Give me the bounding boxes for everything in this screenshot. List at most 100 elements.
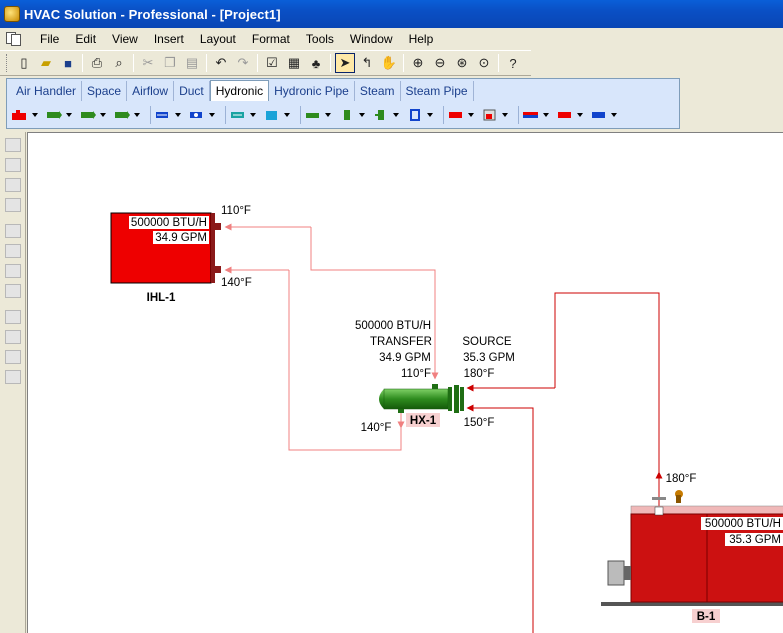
zoom-window-icon[interactable]: ⊙ <box>474 53 494 73</box>
connector-tool-icon[interactable]: ↰ <box>357 53 377 73</box>
source-supply-pipe[interactable] <box>554 292 660 508</box>
align-center-icon[interactable] <box>5 158 21 172</box>
pan-hand-icon[interactable]: ✋ <box>379 53 399 73</box>
print-preview-icon[interactable]: ⌕ <box>109 53 129 73</box>
distribute-horizontal-icon[interactable] <box>5 198 21 212</box>
paste-icon[interactable]: ▤ <box>182 53 202 73</box>
hx-1-source-flow: 35.3 GPM <box>463 352 515 364</box>
properties-icon[interactable]: ☑ <box>262 53 282 73</box>
boiler-tool-button[interactable] <box>11 109 41 121</box>
hx-1-flange-1 <box>448 387 452 411</box>
strainer-tool-button[interactable] <box>406 109 436 121</box>
ihl-1-header <box>211 213 215 283</box>
save-icon[interactable]: ■ <box>58 53 78 73</box>
heating-load-tool-button[interactable] <box>556 109 586 121</box>
context-help-icon[interactable]: ? <box>503 53 523 73</box>
radiator-tool-icon <box>449 112 462 118</box>
cooling-load-tool-button[interactable] <box>590 109 620 121</box>
document-icon[interactable] <box>4 30 26 48</box>
chiller-tool-button[interactable] <box>154 109 184 121</box>
print-icon[interactable]: ⎙ <box>87 53 107 73</box>
ihl-1-supply-temp: 110°F <box>221 205 251 217</box>
tab-duct[interactable]: Duct <box>174 81 210 101</box>
component-tab-toolbar: Air Handler Space Airflow Duct Hydronic … <box>6 78 680 129</box>
tab-hydronic[interactable]: Hydronic <box>209 80 270 101</box>
tab-steam-pipe[interactable]: Steam Pipe <box>401 81 474 101</box>
calculator-icon[interactable]: ▦ <box>284 53 304 73</box>
zoom-out-icon[interactable]: ⊖ <box>430 53 450 73</box>
ihl-1-supply-port[interactable] <box>215 223 221 230</box>
b-1-flow: 35.3 GPM <box>729 534 781 546</box>
new-file-icon[interactable]: ▯ <box>14 53 34 73</box>
b-1-top-panel <box>630 505 783 515</box>
coil-tool-button[interactable] <box>113 109 143 121</box>
align-top-icon[interactable] <box>5 224 21 238</box>
pump-tool-button[interactable] <box>45 109 75 121</box>
b-1-outlet-port[interactable] <box>654 506 664 516</box>
tab-space[interactable]: Space <box>82 81 128 101</box>
tank-tool-button[interactable] <box>263 109 293 121</box>
tab-steam[interactable]: Steam <box>355 81 401 101</box>
hx-1-endcap <box>379 389 384 409</box>
drawing-canvas[interactable]: 500000 BTU/H 34.9 GPM IHL-1 110°F 140°F … <box>27 132 783 633</box>
radiator-tool-button[interactable] <box>447 109 477 121</box>
b-1-capacity: 500000 BTU/H <box>705 518 781 530</box>
b-1-boiler[interactable]: 500000 BTU/H 35.3 GPM 180°F B-1 <box>601 473 783 623</box>
boiler-tool-icon <box>12 110 26 120</box>
hx-1-transfer-temp-in: 110°F <box>401 368 431 380</box>
open-folder-icon[interactable]: ▰ <box>36 53 56 73</box>
b-1-base <box>601 602 783 606</box>
format-painter-icon[interactable]: ♣ <box>306 53 326 73</box>
tab-air-handler[interactable]: Air Handler <box>11 81 83 101</box>
ihl-1-capacity: 500000 BTU/H <box>131 217 207 229</box>
menu-layout[interactable]: Layout <box>192 30 244 48</box>
distribute-vertical-icon[interactable] <box>5 284 21 298</box>
tab-airflow[interactable]: Airflow <box>127 81 175 101</box>
b-1-relief-valve-stem <box>676 495 681 503</box>
load-red-blue-tool-button[interactable] <box>522 109 552 121</box>
align-middle-icon[interactable] <box>5 244 21 258</box>
copy-icon[interactable]: ❐ <box>160 53 180 73</box>
menu-view[interactable]: View <box>104 30 146 48</box>
valve-tool-button[interactable] <box>79 109 109 121</box>
select-pointer-icon[interactable]: ➤ <box>335 53 355 73</box>
cut-icon[interactable]: ✂ <box>138 53 158 73</box>
align-bottom-icon[interactable] <box>5 264 21 278</box>
gauge-tool-button[interactable] <box>481 109 511 121</box>
toolbar-separator <box>498 54 499 72</box>
hx-1-transfer-capacity: 500000 BTU/H <box>355 320 431 332</box>
hx-1-flange-2 <box>454 385 459 413</box>
cooling-load-tool-icon <box>592 112 605 118</box>
standard-toolbar: ▯ ▰ ■ ⎙ ⌕ ✂ ❐ ▤ ↶ ↷ ☑ ▦ ♣ ➤ ↰ ✋ ⊕ ⊖ ⊛ ⊙ … <box>0 50 531 76</box>
tab-hydronic-pipe[interactable]: Hydronic Pipe <box>269 81 355 101</box>
group-icon[interactable] <box>5 370 21 384</box>
align-left-icon[interactable] <box>5 138 21 152</box>
menu-window[interactable]: Window <box>342 30 401 48</box>
ihl-1-unit[interactable]: 500000 BTU/H 34.9 GPM IHL-1 110°F 140°F <box>110 205 252 304</box>
hx-1-shell[interactable] <box>383 388 449 410</box>
expansion-tank-tool-button[interactable] <box>372 109 402 121</box>
heat-exchanger-tool-icon <box>231 112 244 118</box>
menu-edit[interactable]: Edit <box>67 30 104 48</box>
redo-icon[interactable]: ↷ <box>233 53 253 73</box>
heat-exchanger-tool-button[interactable] <box>229 109 259 121</box>
terminal-tool-button[interactable] <box>304 109 334 121</box>
menu-tools[interactable]: Tools <box>298 30 342 48</box>
same-height-icon[interactable] <box>5 330 21 344</box>
zoom-fit-icon[interactable]: ⊛ <box>452 53 472 73</box>
toolbar-grip[interactable] <box>6 54 9 72</box>
menu-help[interactable]: Help <box>401 30 442 48</box>
menu-insert[interactable]: Insert <box>146 30 192 48</box>
undo-icon[interactable]: ↶ <box>211 53 231 73</box>
air-separator-tool-button[interactable] <box>338 109 368 121</box>
zoom-in-icon[interactable]: ⊕ <box>408 53 428 73</box>
menu-file[interactable]: File <box>32 30 67 48</box>
b-1-name: B-1 <box>697 611 716 623</box>
align-right-icon[interactable] <box>5 178 21 192</box>
same-size-icon[interactable] <box>5 350 21 364</box>
source-return-pipe[interactable] <box>468 407 534 633</box>
menu-format[interactable]: Format <box>244 30 298 48</box>
cooling-tower-tool-button[interactable] <box>188 109 218 121</box>
ihl-1-return-port[interactable] <box>215 266 221 273</box>
same-width-icon[interactable] <box>5 310 21 324</box>
